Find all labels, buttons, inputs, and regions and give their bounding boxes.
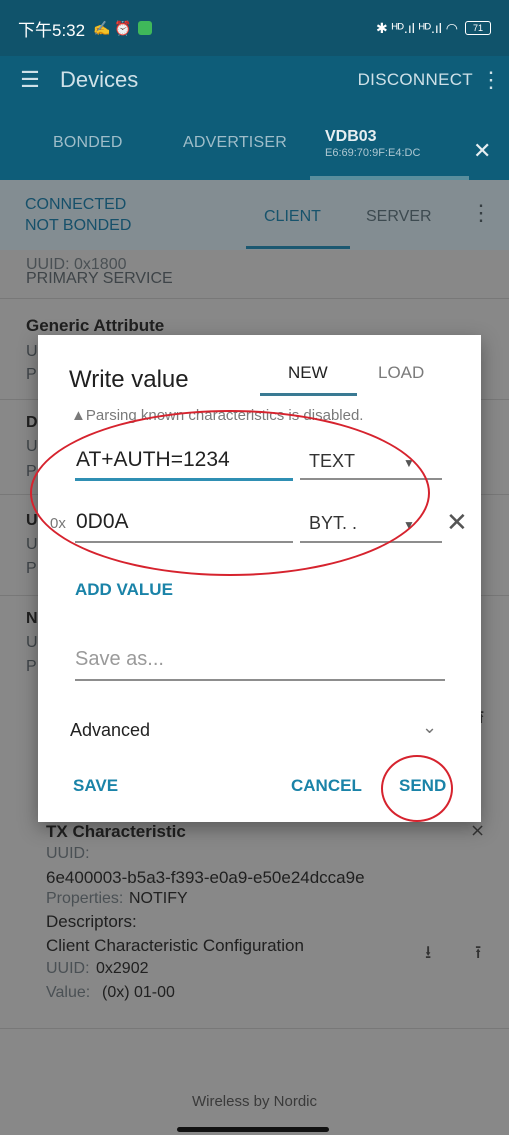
subtab-indicator bbox=[246, 246, 350, 249]
more-vert-icon[interactable]: ⋮ bbox=[473, 67, 509, 93]
service-name[interactable]: Generic Attribute bbox=[26, 316, 164, 336]
bond-label: NOT BONDED bbox=[25, 217, 132, 234]
save-button[interactable]: SAVE bbox=[73, 776, 118, 796]
send-button[interactable]: SEND bbox=[399, 776, 446, 796]
partial-text: U bbox=[26, 536, 38, 553]
descriptor-uuid-label: UUID: bbox=[46, 960, 90, 977]
disconnect-button[interactable]: DISCONNECT bbox=[358, 70, 473, 90]
divider bbox=[0, 1028, 509, 1029]
upload-icon[interactable]: ⭱ bbox=[475, 940, 481, 970]
value-field-underline bbox=[75, 541, 293, 543]
partial-text: U bbox=[26, 438, 38, 455]
value-field[interactable]: AT+AUTH=1234 bbox=[76, 448, 230, 472]
tab-server[interactable]: SERVER bbox=[366, 208, 432, 226]
hex-prefix: 0x bbox=[50, 515, 66, 532]
save-as-input[interactable]: Save as... bbox=[75, 648, 164, 671]
uuid-label: UUID: bbox=[46, 845, 90, 862]
status-bar: 下午5:32 ✍ ⏰ ✱ ᴴᴰ.ıl ᴴᴰ.ıl ◠ 71 bbox=[0, 0, 509, 56]
partial-text: U bbox=[26, 634, 38, 651]
dialog-title: Write value bbox=[69, 366, 189, 393]
device-name: VDB03 bbox=[325, 128, 377, 145]
hamburger-icon[interactable]: ☰ bbox=[0, 67, 60, 93]
properties-label: Properties: bbox=[46, 890, 124, 907]
advanced-toggle[interactable]: Advanced bbox=[70, 720, 150, 741]
partial-text: P bbox=[26, 366, 37, 383]
tab-advertiser[interactable]: ADVERTISER bbox=[183, 134, 287, 152]
characteristic-uuid: 6e400003-b5a3-f393-e0a9-e50e24dcca9e bbox=[46, 868, 365, 887]
partial-text: P bbox=[26, 463, 37, 480]
cancel-button[interactable]: CANCEL bbox=[291, 776, 362, 796]
tab-client[interactable]: CLIENT bbox=[264, 208, 321, 226]
connection-status: CONNECTED NOT BONDED bbox=[25, 194, 131, 236]
tab-device[interactable]: VDB03 E6:69:70:9F:E4:DC bbox=[325, 128, 420, 159]
device-tabs: BONDED ADVERTISER VDB03 E6:69:70:9F:E4:D… bbox=[0, 104, 509, 180]
format-select[interactable]: TEXT bbox=[309, 451, 355, 472]
partial-text: U bbox=[26, 343, 38, 360]
value-field-underline bbox=[75, 478, 293, 481]
app-bar: ☰ Devices DISCONNECT ⋮ bbox=[0, 56, 509, 104]
value-label: Value: bbox=[46, 984, 91, 1001]
value-field[interactable]: 0D0A bbox=[76, 510, 129, 534]
more-vert-icon[interactable]: ⋮ bbox=[470, 200, 492, 226]
home-indicator[interactable] bbox=[177, 1127, 329, 1132]
status-left-icons: ✍ ⏰ bbox=[93, 19, 132, 36]
remove-value-icon[interactable]: ✕ bbox=[446, 507, 468, 538]
partial-text: N bbox=[26, 610, 38, 627]
format-underline bbox=[300, 478, 442, 480]
status-time: 下午5:32 bbox=[18, 20, 86, 40]
parsing-warning: ▲Parsing known characteristics is disabl… bbox=[71, 407, 364, 424]
divider bbox=[0, 298, 509, 299]
format-underline bbox=[300, 541, 442, 543]
close-icon[interactable]: ✕ bbox=[473, 138, 491, 164]
write-value-dialog: Write value NEW LOAD ▲Parsing known char… bbox=[38, 335, 481, 822]
status-right-icons: ✱ ᴴᴰ.ıl ᴴᴰ.ıl ◠ 71 bbox=[376, 20, 491, 37]
dropdown-arrow-icon[interactable]: ▼ bbox=[403, 456, 415, 470]
format-select[interactable]: BYT. . bbox=[309, 513, 357, 534]
signal-icons: ✱ ᴴᴰ.ıl ᴴᴰ.ıl ◠ bbox=[376, 19, 458, 36]
partial-text: P bbox=[26, 560, 37, 577]
save-as-underline bbox=[75, 679, 445, 681]
footer-text: Wireless by Nordic bbox=[191, 1093, 318, 1110]
descriptor-name[interactable]: Client Characteristic Configuration bbox=[46, 936, 304, 956]
tab-indicator bbox=[260, 393, 357, 396]
properties-value: NOTIFY bbox=[129, 890, 188, 907]
add-value-button[interactable]: ADD VALUE bbox=[75, 580, 173, 600]
connected-label: CONNECTED bbox=[25, 196, 127, 213]
tab-bonded[interactable]: BONDED bbox=[53, 134, 123, 152]
dropdown-arrow-icon[interactable]: ▼ bbox=[403, 518, 415, 532]
connection-bar: CONNECTED NOT BONDED CLIENT SERVER ⋮ bbox=[0, 180, 509, 250]
descriptors-label: Descriptors: bbox=[46, 912, 137, 931]
descriptor-uuid: 0x2902 bbox=[96, 960, 149, 977]
partial-text: D bbox=[26, 414, 38, 431]
tab-load[interactable]: LOAD bbox=[378, 363, 424, 383]
battery-icon: 71 bbox=[465, 21, 491, 35]
partial-text: U bbox=[26, 512, 38, 529]
chevron-down-icon[interactable]: ⌄ bbox=[422, 717, 437, 738]
tab-new[interactable]: NEW bbox=[288, 363, 328, 383]
characteristic-name[interactable]: TX Characteristic bbox=[46, 822, 186, 842]
device-mac: E6:69:70:9F:E4:DC bbox=[325, 147, 421, 159]
download-icon[interactable]: ⭳ bbox=[425, 940, 431, 970]
wechat-icon bbox=[137, 21, 152, 35]
notify-off-icon[interactable]: ⨯ bbox=[470, 820, 485, 841]
page-title: Devices bbox=[60, 67, 139, 92]
descriptor-value: (0x) 01-00 bbox=[102, 984, 175, 1001]
partial-text: P bbox=[26, 658, 37, 675]
service-type: PRIMARY SERVICE bbox=[26, 270, 173, 287]
